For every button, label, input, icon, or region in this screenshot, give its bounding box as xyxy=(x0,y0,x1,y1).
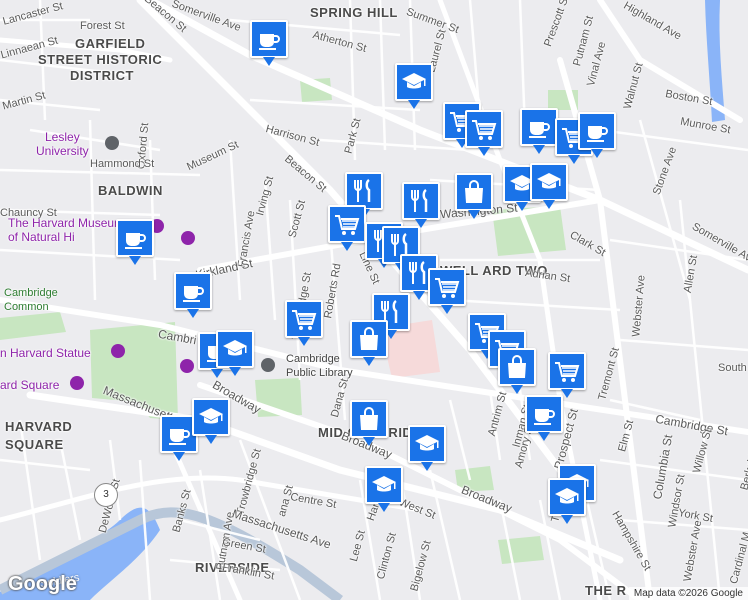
label-museum: The Harvard Museum of Natural Hi xyxy=(8,216,125,244)
school-icon xyxy=(402,73,426,89)
restaurant-icon xyxy=(354,178,371,202)
grocery-icon xyxy=(335,215,360,235)
map-marker-school[interactable] xyxy=(365,466,403,512)
label-cambridge-common: Cambridge Common xyxy=(4,287,58,313)
label-the-r: THE R xyxy=(585,583,627,598)
google-logo: Google xyxy=(8,573,77,595)
shopping-bag-icon xyxy=(465,180,483,203)
school-icon xyxy=(537,173,561,189)
map-marker-coffee[interactable] xyxy=(174,272,212,318)
coffee-icon xyxy=(169,429,190,445)
street-label: Chauncy St xyxy=(0,207,57,219)
school-icon xyxy=(555,488,579,504)
map-marker-coffee[interactable] xyxy=(525,395,563,441)
coffee-icon xyxy=(183,286,204,302)
label-garfield-3: DISTRICT xyxy=(70,68,134,83)
coffee-icon xyxy=(529,122,550,138)
shopping-bag-icon xyxy=(508,355,526,378)
map-canvas[interactable]: SPRING HILL GARFIELD STREET HISTORIC DIS… xyxy=(0,0,748,600)
map-marker-shopping-bag[interactable] xyxy=(350,400,388,446)
map-marker-grocery[interactable] xyxy=(428,268,466,314)
map-marker-coffee[interactable] xyxy=(116,219,154,265)
coffee-icon xyxy=(587,126,608,142)
street-label: Hammond St xyxy=(90,158,155,170)
map-marker-coffee[interactable] xyxy=(578,112,616,158)
map-marker-school[interactable] xyxy=(408,425,446,471)
map-marker-shopping-bag[interactable] xyxy=(498,348,536,394)
map-marker-restaurant[interactable] xyxy=(402,182,440,228)
map-marker-shopping-bag[interactable] xyxy=(455,173,493,219)
grocery-icon xyxy=(472,120,497,140)
coffee-icon xyxy=(259,34,280,50)
shopping-bag-icon xyxy=(360,407,378,430)
label-lesley: Lesley University xyxy=(36,130,89,158)
grocery-icon xyxy=(292,310,317,330)
grocery-icon xyxy=(555,362,580,382)
map-marker-shopping-bag[interactable] xyxy=(350,320,388,366)
map-marker-school[interactable] xyxy=(192,398,230,444)
restaurant-icon xyxy=(411,188,428,212)
map-marker-grocery[interactable] xyxy=(548,352,586,398)
school-icon xyxy=(223,340,247,356)
label-spring-hill: SPRING HILL xyxy=(310,5,398,20)
school-icon xyxy=(372,476,396,492)
coffee-icon xyxy=(534,409,555,425)
label-harvard-square-poi: ard Square xyxy=(0,378,60,392)
map-marker-school[interactable] xyxy=(548,478,586,524)
map-marker-grocery[interactable] xyxy=(465,110,503,156)
map-marker-school[interactable] xyxy=(216,330,254,376)
label-harvard-square: HARVARD SQUARE xyxy=(5,419,73,452)
map-attribution[interactable]: Map data ©2026 Google xyxy=(628,587,748,600)
label-baldwin: BALDWIN xyxy=(98,183,163,198)
school-icon xyxy=(415,435,439,451)
label-garfield: GARFIELD xyxy=(75,36,146,51)
street-label: Forest St xyxy=(80,20,125,32)
map-marker-coffee[interactable] xyxy=(520,108,558,154)
shopping-bag-icon xyxy=(360,327,378,350)
route-shield: 3 xyxy=(94,483,118,507)
map-marker-school[interactable] xyxy=(530,163,568,209)
label-library: Cambridge Public Library xyxy=(286,353,353,379)
map-marker-school[interactable] xyxy=(395,63,433,109)
school-icon xyxy=(199,408,223,424)
map-marker-grocery[interactable] xyxy=(285,300,323,346)
grocery-icon xyxy=(435,278,460,298)
label-harvard-statue: n Harvard Statue xyxy=(0,346,91,360)
street-label: South xyxy=(718,362,747,374)
map-marker-coffee[interactable] xyxy=(250,20,288,66)
map-marker-grocery[interactable] xyxy=(328,205,366,251)
coffee-icon xyxy=(125,233,146,249)
label-garfield-2: STREET HISTORIC xyxy=(38,52,163,67)
